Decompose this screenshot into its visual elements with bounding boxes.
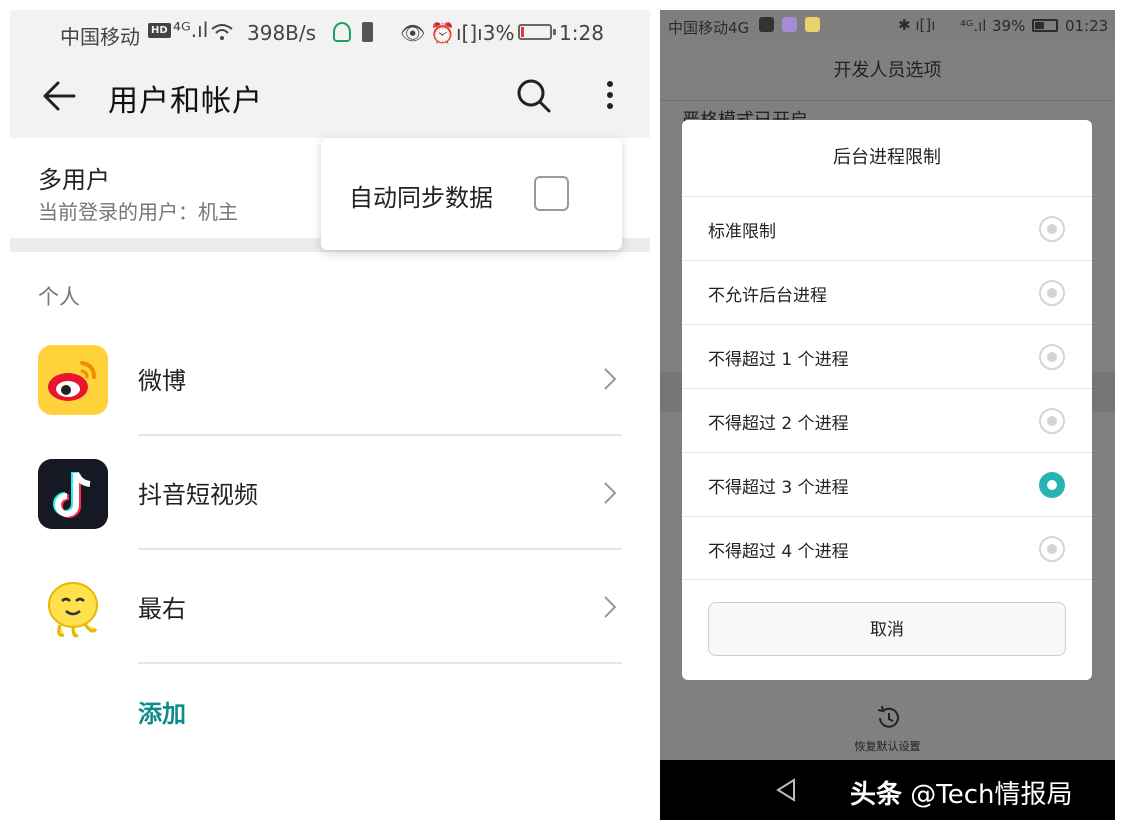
battery-percent: 39% <box>992 17 1026 35</box>
nav-back-icon[interactable] <box>775 778 797 802</box>
chevron-right-icon <box>604 368 617 390</box>
battery-saver-icon <box>362 22 373 42</box>
watermark-brand: 头条 <box>850 780 903 810</box>
vibrate-battery-text: ı[]ı3% <box>456 21 515 45</box>
page-title: 开发人员选项 <box>660 42 1115 100</box>
cancel-button[interactable]: 取消 <box>708 602 1066 656</box>
option-label: 标准限制 <box>708 222 776 242</box>
alarm-icon: ⏰ <box>430 21 455 45</box>
toolbar: 用户和帐户 <box>10 54 650 138</box>
status-time: 1:28 <box>559 21 604 45</box>
account-label: 微博 <box>138 367 186 395</box>
radio-button[interactable] <box>1039 344 1065 370</box>
auto-sync-checkbox[interactable] <box>534 176 569 211</box>
overflow-popup-menu: 自动同步数据 <box>321 138 622 250</box>
page-title: 用户和帐户 <box>108 84 263 119</box>
row-divider <box>138 434 622 436</box>
row-divider <box>138 548 622 550</box>
multi-user-title: 多用户 <box>38 166 110 194</box>
weibo-icon <box>38 345 108 415</box>
screenshot-canvas: 中国移动 HD ⁴ᴳ.ıl 398B/s 👁 ⏰ ı[]ı3% 1:28 用户和… <box>0 0 1125 830</box>
account-label: 抖音短视频 <box>138 481 258 509</box>
watermark: 头条 @Tech情报局 <box>850 774 1073 811</box>
section-header-personal: 个人 <box>38 285 80 309</box>
chevron-right-icon <box>604 596 617 618</box>
account-row-douyin[interactable]: 抖音短视频 <box>10 437 650 550</box>
multi-user-subtitle: 当前登录的用户：机主 <box>38 200 238 224</box>
option-label: 不得超过 2 个进程 <box>708 414 849 434</box>
douyin-notification-icon <box>759 17 774 32</box>
dialog-option-selected[interactable]: 不得超过 3 个进程 <box>682 452 1092 516</box>
chevron-right-icon <box>604 482 617 504</box>
back-arrow-icon[interactable] <box>40 78 80 114</box>
history-icon <box>877 705 899 728</box>
navigation-bar: 头条 @Tech情报局 <box>660 760 1115 820</box>
hd-badge: HD <box>148 23 171 38</box>
left-phone-screen: 中国移动 HD ⁴ᴳ.ıl 398B/s 👁 ⏰ ı[]ı3% 1:28 用户和… <box>10 10 650 820</box>
option-label: 不得超过 3 个进程 <box>708 478 849 498</box>
status-bar: 中国移动 HD ⁴ᴳ.ıl 398B/s 👁 ⏰ ı[]ı3% 1:28 <box>10 10 650 54</box>
search-icon[interactable] <box>516 78 552 114</box>
auto-sync-label[interactable]: 自动同步数据 <box>349 178 493 213</box>
carrier-label: 中国移动 <box>60 25 140 49</box>
star-notification-icon <box>805 17 820 32</box>
radio-button[interactable] <box>1039 536 1065 562</box>
radio-button[interactable] <box>1039 280 1065 306</box>
watermark-handle: @Tech情报局 <box>910 780 1073 810</box>
option-label: 不允许后台进程 <box>708 286 827 306</box>
background-process-limit-dialog: 后台进程限制 标准限制 不允许后台进程 不得超过 1 个进程 不得超过 2 个进… <box>682 120 1092 680</box>
radio-button[interactable] <box>1039 408 1065 434</box>
network-speed: 398B/s <box>247 21 317 45</box>
dialog-option[interactable]: 不允许后台进程 <box>682 260 1092 324</box>
bluetooth-vibrate-icon: ✱ ı[]ı <box>898 16 936 34</box>
zuiyou-icon <box>48 582 98 638</box>
dialog-option[interactable]: 不得超过 4 个进程 <box>682 516 1092 580</box>
notification-app-icon <box>333 22 351 42</box>
account-label: 最右 <box>138 595 186 623</box>
dialog-title: 后台进程限制 <box>833 147 941 168</box>
restore-defaults-label: 恢复默认设置 <box>854 740 921 753</box>
carrier-label: 中国移动4G <box>668 19 750 37</box>
option-label: 不得超过 4 个进程 <box>708 542 849 562</box>
option-label: 不得超过 1 个进程 <box>708 350 849 370</box>
radio-button-selected[interactable] <box>1039 472 1065 498</box>
wifi-icon <box>211 24 233 40</box>
more-vert-icon[interactable] <box>600 78 620 114</box>
radio-button[interactable] <box>1039 216 1065 242</box>
status-bar: 中国移动4G ✱ ı[]ı ⁴ᴳ.ıl 39% 01:23 <box>660 10 1115 42</box>
dialog-option[interactable]: 不得超过 2 个进程 <box>682 388 1092 452</box>
row-divider <box>138 662 622 664</box>
restore-defaults-button[interactable]: 恢复默认设置 <box>660 700 1115 760</box>
gallery-notification-icon <box>782 17 797 32</box>
battery-icon <box>1032 19 1058 32</box>
signal-icon: ⁴ᴳ.ıl <box>173 18 209 42</box>
dialog-option[interactable]: 不得超过 1 个进程 <box>682 324 1092 388</box>
row-divider <box>660 100 1115 101</box>
eye-icon: 👁 <box>400 21 426 45</box>
right-phone-screen: 中国移动4G ✱ ı[]ı ⁴ᴳ.ıl 39% 01:23 开发人员选项 严格模… <box>660 10 1115 820</box>
add-account-button[interactable]: 添加 <box>138 694 186 729</box>
status-time: 01:23 <box>1065 17 1109 35</box>
battery-icon <box>518 24 556 40</box>
account-row-zuiyou[interactable]: 最右 <box>10 551 650 664</box>
signal-icon: ⁴ᴳ.ıl <box>960 17 987 35</box>
douyin-icon <box>38 459 108 529</box>
dialog-option[interactable]: 标准限制 <box>682 196 1092 260</box>
account-row-weibo[interactable]: 微博 <box>10 323 650 436</box>
